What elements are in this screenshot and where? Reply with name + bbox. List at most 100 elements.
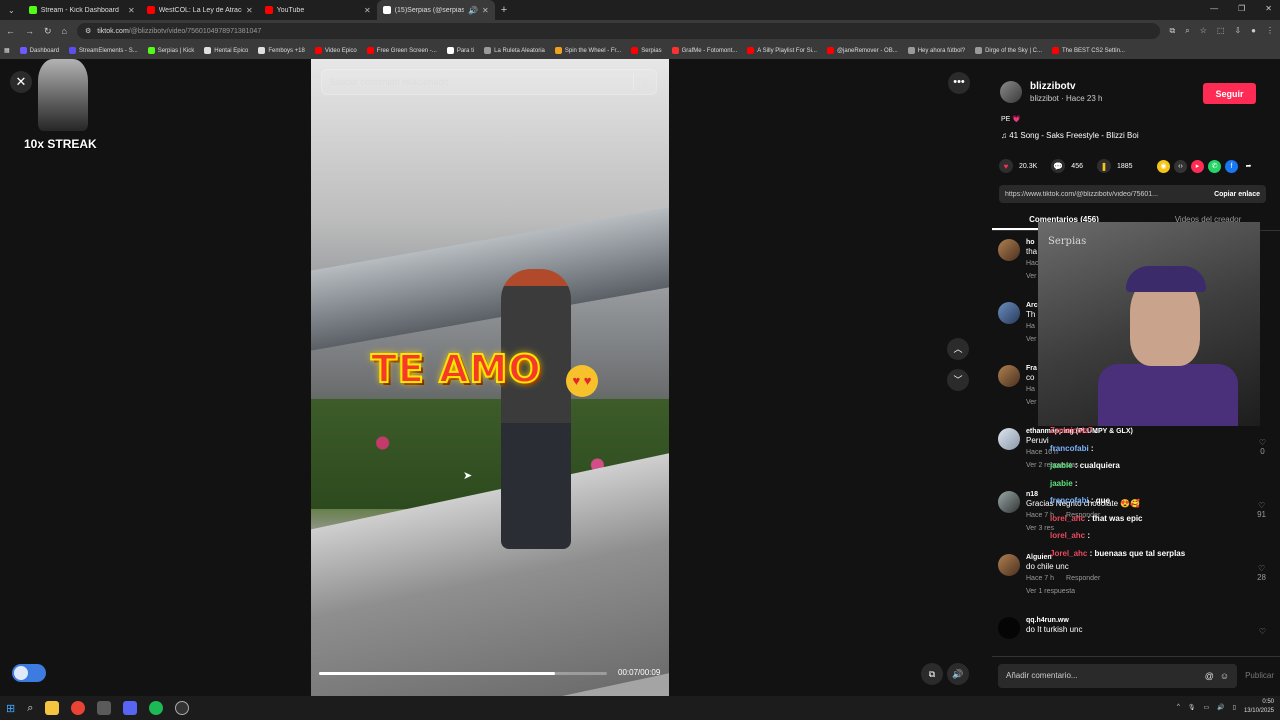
view-replies-link[interactable]: Ver 1 respuesta	[1026, 588, 1112, 595]
music-line[interactable]: ♫ 41 Song - Saks Freestyle - Blizzi Boi	[1001, 131, 1139, 140]
new-tab-button[interactable]: +	[501, 4, 507, 16]
bookmark-item[interactable]: Free Green Screen -...	[366, 47, 437, 54]
browser-tab[interactable]: YouTube ✕	[259, 0, 377, 20]
video-player[interactable]: ⌕ TE AMO ♥ ♥ ➤ 00:07/00:09	[311, 59, 669, 696]
close-tab-icon[interactable]: ✕	[364, 6, 371, 15]
emoji-icon[interactable]: ☺	[1220, 671, 1229, 681]
browser-tab[interactable]: Stream - Kick Dashboard ✕	[23, 0, 141, 20]
send-icon[interactable]: ▸	[1191, 160, 1204, 173]
bookmark-item[interactable]: Video Epico	[314, 47, 357, 54]
back-icon[interactable]: ←	[6, 26, 15, 36]
bookmark-item[interactable]: Dashboard	[19, 47, 59, 54]
tray-overflow-icon[interactable]: ^	[1177, 704, 1180, 710]
maximize-icon[interactable]: ❐	[1238, 4, 1245, 13]
bookmark-item[interactable]: GrafMe - Fotomont...	[671, 47, 737, 54]
comment-user[interactable]: qq.h4run.ww	[1026, 617, 1082, 624]
bookmark-item[interactable]: Serpias	[631, 47, 662, 54]
system-clock[interactable]: 0:50 13/10/2025	[1244, 698, 1274, 716]
volume-button[interactable]: 🔊	[947, 663, 969, 685]
commenter-avatar[interactable]	[998, 365, 1020, 387]
commenter-avatar[interactable]	[998, 617, 1020, 639]
facebook-icon[interactable]: f	[1225, 160, 1238, 173]
close-window-icon[interactable]: ✕	[1265, 4, 1272, 13]
coin-icon[interactable]: ◉	[1157, 160, 1170, 173]
app-icon[interactable]	[97, 701, 112, 715]
file-explorer-icon[interactable]	[45, 701, 60, 715]
extensions-icon[interactable]: ⬚	[1217, 26, 1225, 36]
embed-icon[interactable]: ‹›	[1174, 160, 1187, 173]
battery-icon[interactable]: ▯	[1233, 704, 1236, 711]
minimize-icon[interactable]: —	[1210, 4, 1218, 13]
publish-button[interactable]: Publicar	[1245, 671, 1274, 680]
bookmark-item[interactable]: Hentai Epico	[204, 47, 248, 54]
cast-icon[interactable]: ⧉	[1170, 26, 1176, 36]
tab-search-icon[interactable]: ⌄	[8, 6, 15, 15]
author-avatar[interactable]	[1000, 81, 1022, 103]
more-options-button[interactable]: •••	[948, 72, 970, 94]
site-info-icon[interactable]: ⚙	[85, 27, 91, 35]
share-arrow-icon[interactable]: ➦	[1242, 160, 1255, 173]
video-progress-bar[interactable]	[319, 672, 607, 675]
bookmark-item[interactable]: Para ti	[446, 47, 474, 54]
zoom-icon[interactable]: ⌕	[1185, 26, 1189, 36]
discord-icon[interactable]	[123, 701, 138, 715]
commenter-avatar[interactable]	[998, 554, 1020, 576]
browser-tab[interactable]: WestCOL: La Ley de Atracción a ✕	[141, 0, 259, 20]
menu-icon[interactable]: ⋮	[1266, 26, 1274, 36]
chrome-icon[interactable]	[71, 701, 86, 715]
spotify-icon[interactable]	[149, 701, 164, 715]
close-tab-icon[interactable]: ✕	[128, 6, 135, 15]
windows-start-icon[interactable]: ⊞	[6, 702, 15, 715]
apps-icon[interactable]: ▦	[4, 47, 10, 54]
mute-tab-icon[interactable]: 🔊	[468, 6, 478, 15]
previous-video-button[interactable]: ︿	[947, 338, 969, 360]
bookmark-star-icon[interactable]: ☆	[1200, 26, 1207, 36]
comment-icon[interactable]: 💬	[1051, 159, 1066, 173]
search-icon[interactable]: ⌕	[27, 702, 33, 715]
volume-tray-icon[interactable]: 🔊	[1217, 704, 1224, 711]
forward-icon[interactable]: →	[25, 26, 34, 36]
bookmark-item[interactable]: @janeRemover - OB...	[826, 47, 898, 54]
bookmark-item[interactable]: Hey ahora fútbol?	[907, 47, 965, 54]
comment-input[interactable]	[1006, 671, 1199, 680]
toggle-switch[interactable]	[12, 664, 46, 682]
comment-like[interactable]: ♡	[1259, 627, 1266, 636]
bookmark-item[interactable]: The BEST CS2 Settin...	[1052, 47, 1125, 54]
microphone-icon[interactable]: 🎙	[1188, 704, 1196, 711]
bookmark-icon[interactable]: ❚	[1096, 159, 1111, 173]
like-heart-icon[interactable]: ♥	[999, 159, 1013, 173]
close-tab-icon[interactable]: ✕	[246, 6, 253, 15]
video-link[interactable]: https://www.tiktok.com/@blizzibotv/video…	[1005, 191, 1206, 198]
network-icon[interactable]: ▭	[1204, 704, 1210, 711]
commenter-avatar[interactable]	[998, 302, 1020, 324]
bookmark-item[interactable]: Dirge of the Sky | C...	[975, 47, 1042, 54]
comment-like[interactable]: ♡ 28	[1257, 564, 1266, 582]
home-icon[interactable]: ⌂	[62, 26, 67, 36]
reload-icon[interactable]: ↻	[44, 26, 52, 37]
bookmark-item[interactable]: Serpias | Kick	[147, 47, 194, 54]
search-icon[interactable]: ⌕	[642, 77, 648, 88]
author-name[interactable]: blizzibotv	[1030, 81, 1102, 92]
close-tab-icon[interactable]: ✕	[482, 6, 489, 15]
bookmark-item[interactable]: Spin the Wheel - Fr...	[554, 47, 621, 54]
pip-button[interactable]: ⧉	[921, 663, 943, 685]
bookmark-item[interactable]: StreamElements - S...	[69, 47, 138, 54]
downloads-icon[interactable]: ⇩	[1234, 26, 1241, 36]
mention-icon[interactable]: @	[1205, 671, 1214, 681]
commenter-avatar[interactable]	[998, 239, 1020, 261]
next-video-button[interactable]: ﹀	[947, 369, 969, 391]
obs-icon[interactable]	[175, 701, 190, 715]
follow-button[interactable]: Seguir	[1203, 83, 1256, 104]
related-search-input[interactable]	[330, 77, 626, 87]
bookmark-item[interactable]: A Silly Playlist For Si...	[747, 47, 817, 54]
reply-button[interactable]: Responder	[1066, 575, 1100, 582]
commenter-avatar[interactable]	[998, 428, 1020, 450]
url-field[interactable]: ⚙ tiktok.com /@blizzibotv/video/75601049…	[76, 23, 1160, 39]
browser-tab-active[interactable]: (15)Serpias (@serpias) | Tik 🔊 ✕	[376, 0, 495, 20]
whatsapp-icon[interactable]: ✆	[1208, 160, 1221, 173]
copy-link-button[interactable]: Copiar enlace	[1214, 191, 1260, 198]
bookmark-item[interactable]: La Ruleta Aleatoria	[484, 47, 545, 54]
bookmark-item[interactable]: Femboys +18	[258, 47, 305, 54]
profile-avatar-icon[interactable]: ●	[1251, 26, 1256, 36]
commenter-avatar[interactable]	[998, 491, 1020, 513]
